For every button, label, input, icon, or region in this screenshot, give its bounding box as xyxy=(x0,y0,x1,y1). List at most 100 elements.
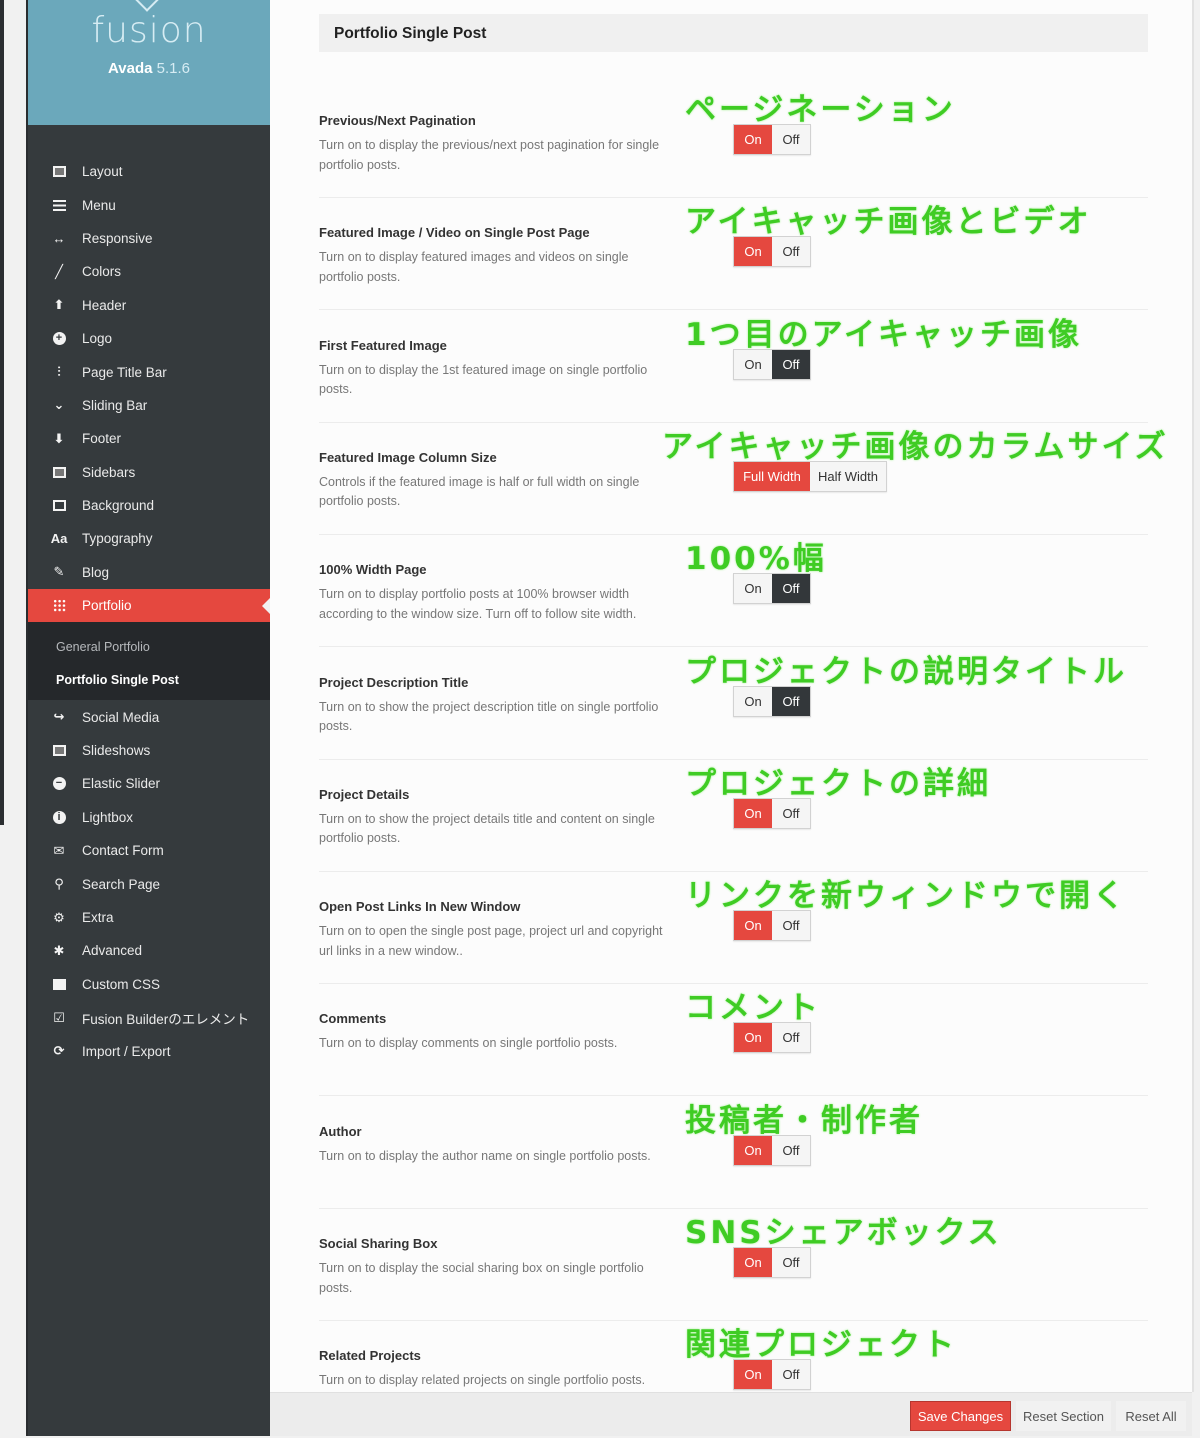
toggle-off-button[interactable]: Off xyxy=(772,798,810,828)
toggle-off-button[interactable]: Off xyxy=(772,349,810,379)
sidebars-icon xyxy=(50,464,68,480)
option-description: Turn on to display the author name on si… xyxy=(319,1148,651,1163)
arrow-up-icon: ⬆ xyxy=(53,297,65,313)
sidebar-item-sidebars[interactable]: Sidebars xyxy=(28,456,270,489)
option-title: First Featured Image xyxy=(319,337,447,353)
toggle-on-button[interactable]: On xyxy=(734,237,772,267)
sidebar-item-social-media[interactable]: ↪ Social Media xyxy=(28,700,270,733)
sidebar-item-sliding-bar[interactable]: ⌄ Sliding Bar xyxy=(28,389,270,422)
toggle-full-width-button[interactable]: Full Width xyxy=(734,461,810,491)
option-description: Turn on to display portfolio posts at 10… xyxy=(319,587,637,621)
option-description: Turn on to open the single post page, pr… xyxy=(319,924,663,958)
toggle-on-button[interactable]: On xyxy=(734,798,772,828)
background-icon xyxy=(50,498,68,514)
reset-all-button[interactable]: Reset All xyxy=(1116,1401,1186,1431)
options-panel: Portfolio Single Post Previous/Next Pagi… xyxy=(270,0,1192,1392)
sidebar-item-menu[interactable]: Menu xyxy=(28,188,270,221)
options-sidebar: fusion Avada 5.1.6 Layout Menu ↔ Responsive… xyxy=(26,0,270,1436)
image-icon xyxy=(50,743,68,759)
sidebar-item-label: Sliding Bar xyxy=(82,397,148,413)
sidebar-item-extra[interactable]: ⚙ Extra xyxy=(28,901,270,934)
cogs-icon: ⚙ xyxy=(53,909,65,925)
toggle-on-button[interactable]: On xyxy=(734,1360,772,1390)
toggle-on-button[interactable]: On xyxy=(734,1023,772,1053)
edit-icon: ✎ xyxy=(53,564,65,580)
sidebar-item-portfolio[interactable]: Portfolio xyxy=(28,589,270,623)
toggle-half-width-button[interactable]: Half Width xyxy=(810,461,886,491)
sidebar-item-label: Slideshows xyxy=(82,743,151,759)
sidebar-item-label: Lightbox xyxy=(82,809,134,825)
sidebar-item-logo[interactable]: + Logo xyxy=(28,322,270,355)
japanese-annotation: プロジェクトの詳細 xyxy=(685,765,991,802)
sidebar-item-custom-css[interactable]: Custom CSS xyxy=(28,968,270,1001)
arrow-down-icon: ⬇ xyxy=(53,430,65,446)
toggle-on-button[interactable]: On xyxy=(734,125,772,154)
option-description: Turn on to display the previous/next pos… xyxy=(319,138,660,172)
sidebar-item-header[interactable]: ⬆ Header xyxy=(28,289,270,322)
toggle-on-button[interactable]: On xyxy=(734,1248,772,1277)
option-title: Project Details xyxy=(319,786,410,802)
sidebar-item-label: Sidebars xyxy=(82,464,136,480)
sidebar-item-elastic-slider[interactable]: − Elastic Slider xyxy=(28,767,270,800)
toggle-off-button[interactable]: Off xyxy=(772,237,810,267)
sidebar-item-advanced[interactable]: ✱ Advanced xyxy=(28,934,270,967)
option-title: Author xyxy=(319,1123,362,1139)
footer-bar: Save Changes Reset Section Reset All xyxy=(270,1392,1192,1436)
option-description: Turn on to display comments on single po… xyxy=(319,1036,618,1051)
sidebar-item-search-page[interactable]: ⚲ Search Page xyxy=(28,867,270,900)
toggle-on-button[interactable]: On xyxy=(734,911,772,941)
option-title: Related Projects xyxy=(319,1348,421,1364)
toggle-on-button[interactable]: On xyxy=(734,686,772,716)
sidebar-item-label: Background xyxy=(82,498,155,514)
reset-section-button[interactable]: Reset Section xyxy=(1016,1401,1111,1431)
code-icon xyxy=(50,976,68,992)
sidebar-nav-more: ↪ Social Media Slideshows − Elastic Slider i L… xyxy=(28,700,270,1067)
toggle-off-button[interactable]: Off xyxy=(772,1023,810,1053)
sidebar-item-colors[interactable]: ╱ Colors xyxy=(28,255,270,288)
chevron-down-icon: ⌄ xyxy=(53,397,65,413)
scrollbar-track[interactable] xyxy=(1192,0,1194,1392)
window-edge xyxy=(0,0,4,825)
sidebar-item-typography[interactable]: Aa Typography xyxy=(28,522,270,555)
brand-version: Avada 5.1.6 xyxy=(28,60,270,77)
option-title: Comments xyxy=(319,1011,387,1027)
sidebar-item-footer[interactable]: ⬇ Footer xyxy=(28,422,270,455)
save-changes-button[interactable]: Save Changes xyxy=(910,1401,1011,1431)
toggle-off-button[interactable]: Off xyxy=(772,1360,810,1390)
japanese-annotation: SNSシェアボックス xyxy=(685,1215,1002,1251)
sidebar-item-label: Search Page xyxy=(82,876,161,892)
sidebar-item-background[interactable]: Background xyxy=(28,489,270,522)
subnav-item-general-portfolio[interactable]: General Portfolio xyxy=(28,630,270,663)
toggle-on-button[interactable]: On xyxy=(734,574,772,604)
sidebar-item-fusion-builder[interactable]: ☑ Fusion Builderのエレメント xyxy=(28,1001,270,1034)
subnav-item-portfolio-single-post[interactable]: Portfolio Single Post xyxy=(28,663,270,696)
toggle-on-button[interactable]: On xyxy=(734,1135,772,1165)
toggle-on-button[interactable]: On xyxy=(734,349,772,379)
option-description: Turn on to display featured images and v… xyxy=(319,250,629,284)
sidebar-item-responsive[interactable]: ↔ Responsive xyxy=(28,222,270,255)
sidebar-item-blog[interactable]: ✎ Blog xyxy=(28,556,270,589)
japanese-annotation: 100%幅 xyxy=(685,541,827,578)
option-row: Open Post Links In New Window Turn on to … xyxy=(319,872,1148,985)
toggle-off-button[interactable]: Off xyxy=(772,1248,810,1277)
brush-icon: ╱ xyxy=(55,263,63,279)
toggle-off-button[interactable]: Off xyxy=(772,125,810,154)
toggle-off-button[interactable]: Off xyxy=(772,574,810,604)
sidebar-item-label: Elastic Slider xyxy=(82,776,161,792)
sidebar-item-slideshows[interactable]: Slideshows xyxy=(28,734,270,767)
sidebar-item-label: Header xyxy=(82,297,127,313)
sidebar-item-contact-form[interactable]: ✉ Contact Form xyxy=(28,834,270,867)
toggle-off-button[interactable]: Off xyxy=(772,911,810,941)
option-row: 100% Width Page Turn on to display portfo… xyxy=(319,535,1148,648)
toggle-off-button[interactable]: Off xyxy=(772,1135,810,1165)
product-name: Avada xyxy=(107,60,153,77)
option-row: Project Description Title Turn on to show… xyxy=(319,648,1148,760)
sidebar-item-label: Blog xyxy=(82,564,110,580)
sidebar-item-import-export[interactable]: ⟳ Import / Export xyxy=(28,1034,270,1067)
japanese-annotation: アイキャッチ画像とビデオ xyxy=(685,204,1092,241)
sidebar-item-page-title-bar[interactable]: ⫶ Page Title Bar xyxy=(28,355,270,388)
toggle-off-button[interactable]: Off xyxy=(772,686,810,716)
sidebar-item-label: Responsive xyxy=(82,230,153,246)
sidebar-item-lightbox[interactable]: i Lightbox xyxy=(28,801,270,834)
sidebar-item-layout[interactable]: Layout xyxy=(28,155,270,188)
